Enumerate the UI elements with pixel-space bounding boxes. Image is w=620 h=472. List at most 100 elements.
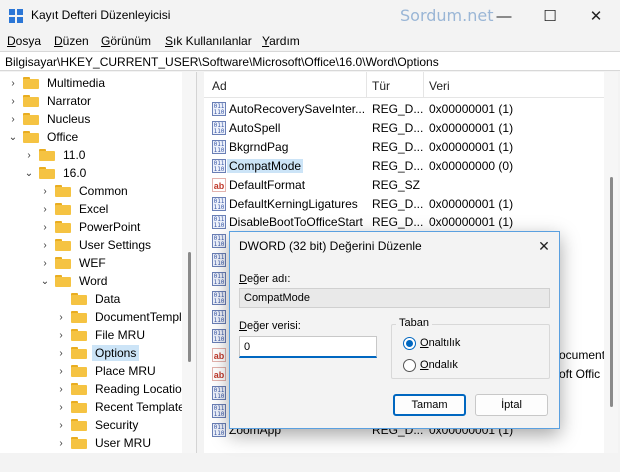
menu-file[interactable]: Dosya (7, 34, 41, 48)
chevron-right-icon[interactable]: › (40, 222, 50, 233)
tree-item[interactable]: › Multimedia (8, 74, 108, 92)
menu-favorites[interactable]: Sık Kullanılanlar (165, 34, 252, 48)
chevron-right-icon[interactable]: › (56, 330, 66, 341)
hex-radio[interactable] (403, 337, 416, 350)
tree-item-label: User Settings (79, 238, 152, 252)
value-data-input[interactable]: 0 (239, 336, 377, 358)
list-scroll-thumb[interactable] (610, 177, 613, 407)
menu-edit[interactable]: Düzen (54, 34, 89, 48)
value-row[interactable]: 011 110 DefaultKerningLigatures REG_D... 0x… (204, 195, 604, 213)
string-value-icon: ab (212, 366, 226, 381)
dialog-close-button[interactable]: ✕ (534, 236, 554, 256)
value-data: 0x00000001 (1) (429, 196, 514, 211)
tree-item[interactable]: › DocumentTempl (56, 308, 185, 326)
tree-item[interactable]: › Recent Template (56, 398, 188, 416)
tree-item-label: 16.0 (63, 166, 87, 180)
tree-item[interactable]: › WEF (40, 254, 109, 272)
chevron-right-icon[interactable]: › (40, 258, 50, 269)
folder-icon (71, 383, 87, 395)
tree-scroll-thumb[interactable] (188, 252, 191, 362)
value-row[interactable]: 011 110 DisableBootToOfficeStart REG_D... 0… (204, 213, 604, 231)
chevron-right-icon[interactable]: › (56, 312, 66, 323)
registry-editor-window: Kayıt Defteri Düzenleyicisi Sordum.net —… (0, 0, 620, 472)
list-scrollbar[interactable] (604, 72, 618, 453)
header-type[interactable]: Tür (372, 79, 390, 93)
tree-scrollbar[interactable] (182, 72, 196, 453)
tree-item[interactable]: › User MRU (56, 434, 154, 452)
minimize-button[interactable]: — (481, 0, 527, 32)
header-divider[interactable] (366, 72, 367, 98)
tree-item[interactable]: ⌄ Word (40, 272, 110, 290)
value-name: DisableBootToOfficeStart (229, 215, 363, 230)
tree-item[interactable]: Data (56, 290, 123, 308)
binary-value-icon: 011 110 (212, 328, 226, 343)
tree-item[interactable]: › Nucleus (8, 110, 93, 128)
header-name[interactable]: Ad (212, 79, 227, 93)
chevron-right-icon[interactable]: › (24, 150, 34, 161)
tree-item[interactable]: › Common (40, 182, 131, 200)
tree-item[interactable]: › Narrator (8, 92, 94, 110)
tree-item[interactable]: › File MRU (56, 326, 148, 344)
tree-item-label: Options (92, 345, 140, 361)
binary-value-icon: 011 110 (212, 139, 226, 154)
dec-radio[interactable] (403, 359, 416, 372)
value-name: BkgrndPag (229, 139, 289, 154)
chevron-right-icon[interactable]: › (8, 114, 18, 125)
dec-radio-label[interactable]: Ondalık (420, 359, 458, 371)
tree-item[interactable]: ⌄ 16.0 (24, 164, 89, 182)
chevron-right-icon[interactable]: › (56, 366, 66, 377)
chevron-down-icon[interactable]: ⌄ (40, 276, 50, 287)
value-type: REG_D... (372, 158, 424, 173)
value-data: 0x00000001 (1) (429, 120, 514, 135)
title-bar: Kayıt Defteri Düzenleyicisi Sordum.net —… (0, 0, 620, 32)
folder-icon (71, 401, 87, 413)
tree-item[interactable]: › Reading Location (56, 380, 191, 398)
chevron-right-icon[interactable]: › (56, 420, 66, 431)
value-name: AutoRecoverySaveInter... (229, 102, 366, 116)
menu-help[interactable]: Yardım (262, 34, 300, 48)
tree-item[interactable]: › Options (56, 344, 140, 362)
hex-radio-label[interactable]: Onaltılık (420, 337, 460, 349)
chevron-down-icon[interactable]: ⌄ (8, 132, 18, 143)
chevron-right-icon[interactable]: › (40, 186, 50, 197)
tree-item[interactable]: › User Settings (40, 236, 154, 254)
tree-item-label: Narrator (47, 94, 92, 108)
address-bar[interactable]: Bilgisayar\HKEY_CURRENT_USER\Software\Mi… (0, 51, 620, 71)
value-row[interactable]: 011 110 CompatMode REG_D... 0x00000000 (0) (204, 157, 604, 175)
chevron-right-icon[interactable]: › (8, 78, 18, 89)
maximize-button[interactable]: ☐ (527, 0, 573, 32)
tree-item[interactable]: › Place MRU (56, 362, 159, 380)
chevron-right-icon[interactable]: › (8, 96, 18, 107)
chevron-right-icon[interactable]: › (40, 240, 50, 251)
ok-button[interactable]: Tamam (393, 394, 466, 416)
chevron-right-icon[interactable]: › (40, 204, 50, 215)
tree-item-label: Reading Location (95, 382, 189, 396)
tree-item-label: 11.0 (63, 148, 86, 162)
chevron-right-icon[interactable]: › (56, 348, 66, 359)
menu-view[interactable]: Görünüm (101, 34, 151, 48)
header-data[interactable]: Veri (429, 79, 450, 93)
tree-item[interactable]: › 11.0 (24, 146, 88, 164)
value-row[interactable]: ab DefaultFormat REG_SZ (204, 176, 604, 194)
tree-item-label: User MRU (95, 436, 151, 450)
chevron-right-icon[interactable]: › (56, 402, 66, 413)
chevron-right-icon[interactable]: › (56, 384, 66, 395)
tree-item[interactable]: › PowerPoint (40, 218, 143, 236)
cancel-button[interactable]: İptal (475, 394, 548, 416)
chevron-down-icon[interactable]: ⌄ (24, 168, 34, 179)
tree-item[interactable]: ⌄ Office (8, 128, 81, 146)
tree-item[interactable]: › Security (56, 416, 141, 434)
value-row[interactable]: 011 110 AutoSpell REG_D... 0x00000001 (1) (204, 119, 604, 137)
tree-item[interactable]: › Excel (40, 200, 111, 218)
value-row[interactable]: 011 110 AutoRecoverySaveInter... REG_D... 0… (204, 100, 604, 118)
value-row[interactable]: 011 110 BkgrndPag REG_D... 0x00000001 (1) (204, 138, 604, 156)
label-accel: D (239, 320, 247, 332)
tree-item-label: Office (47, 130, 79, 144)
chevron-right-icon[interactable]: › (56, 438, 66, 449)
menu-accel: D (54, 34, 63, 48)
folder-icon (55, 239, 71, 251)
header-divider[interactable] (423, 72, 424, 98)
close-button[interactable]: ✕ (573, 0, 619, 32)
binary-value-icon: 011 110 (212, 404, 226, 419)
label-text: eğer adı: (246, 273, 291, 285)
